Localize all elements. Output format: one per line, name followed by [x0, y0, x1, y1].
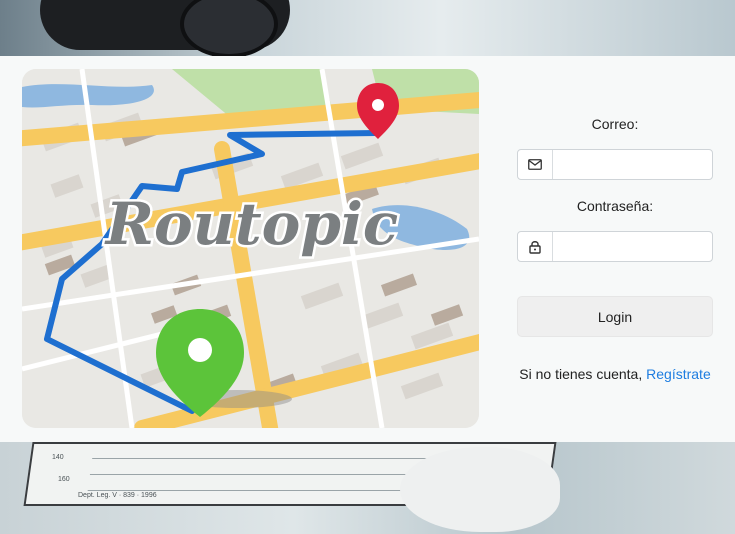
signup-link[interactable]: Regístrate — [646, 366, 711, 382]
background-photo-bottom: 140 160 Dept. Leg. V · 839 · 1996 — [0, 442, 735, 534]
background-photo-top — [0, 0, 735, 56]
map-illustration: Routopic — [22, 69, 479, 428]
login-button[interactable]: Login — [517, 296, 713, 337]
login-panel: Routopic Correo: Contraseña: Login Si no… — [0, 56, 735, 442]
email-input-group — [517, 149, 713, 180]
signup-prompt-text: Si no tienes cuenta, — [519, 366, 647, 382]
password-input-group — [517, 231, 713, 262]
lock-icon — [518, 232, 553, 261]
signup-prompt: Si no tienes cuenta, Regístrate — [517, 366, 713, 382]
ruler-text: 140 — [52, 454, 64, 461]
map-illustration-svg: Routopic — [22, 69, 479, 428]
email-label: Correo: — [591, 116, 639, 132]
password-label: Contraseña: — [576, 198, 654, 214]
ruler-text: Dept. Leg. V · 839 · 1996 — [78, 492, 157, 499]
camera-lens-shape — [180, 0, 278, 56]
envelope-icon — [518, 150, 553, 179]
email-field[interactable] — [553, 150, 712, 179]
app-logo-text: Routopic — [104, 190, 398, 258]
cloth-shape — [400, 447, 560, 532]
password-field[interactable] — [553, 232, 712, 261]
ruler-text: 160 — [58, 476, 70, 483]
